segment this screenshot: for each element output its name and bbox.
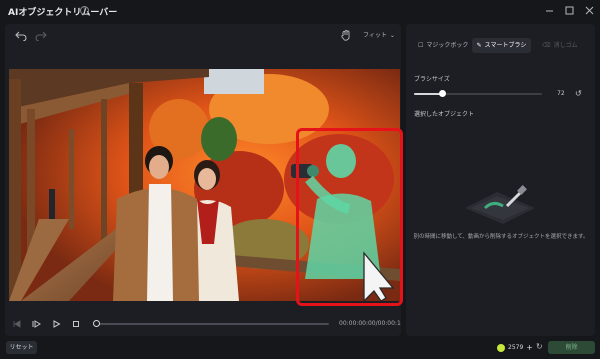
credits-count: 2579 bbox=[508, 344, 524, 351]
remove-button[interactable]: 削除 bbox=[548, 341, 595, 354]
brush-size-fill bbox=[414, 93, 443, 95]
help-icon[interactable]: ? bbox=[80, 6, 89, 15]
maximize-icon[interactable] bbox=[562, 4, 576, 18]
brush-icon: ✎ bbox=[476, 42, 482, 49]
tab-eraser-label: 消しゴム bbox=[553, 42, 578, 49]
close-icon[interactable] bbox=[582, 4, 596, 18]
title-bar: AIオブジェクトリムーバー ? bbox=[0, 0, 600, 22]
brush-size-label: ブラシサイズ bbox=[414, 76, 450, 83]
reset-brush-icon[interactable]: ↺ bbox=[575, 89, 582, 98]
tab-eraser[interactable]: ⌫ 消しゴム bbox=[531, 38, 589, 53]
timeline-track[interactable] bbox=[97, 323, 329, 325]
hand-icon[interactable] bbox=[340, 29, 352, 41]
playback-bar: 00:00:00:00/00:00:15:00 bbox=[5, 313, 401, 335]
tab-magic-box[interactable]: ☐ マジックボック bbox=[414, 38, 472, 53]
tab-magic-box-label: マジックボック bbox=[426, 42, 469, 49]
credits-badge[interactable]: 2579 + bbox=[497, 341, 533, 354]
eraser-icon: ⌫ bbox=[542, 42, 551, 49]
tab-smart-brush-label: スマートブラシ bbox=[484, 42, 527, 49]
tab-smart-brush[interactable]: ✎ スマートブラシ bbox=[472, 38, 531, 53]
empty-state-illustration bbox=[465, 185, 535, 224]
previous-frame-icon[interactable] bbox=[10, 318, 22, 330]
redo-icon[interactable] bbox=[35, 29, 47, 42]
minimize-icon[interactable] bbox=[542, 4, 556, 18]
coin-icon bbox=[497, 343, 505, 352]
empty-state-hint: 別の時間に移動して、動画から削除するオブジェクトを選択できます。 bbox=[413, 234, 589, 240]
chevron-down-icon: ⌄ bbox=[389, 32, 395, 39]
timecode: 00:00:00:00/00:00:15:00 bbox=[339, 320, 401, 327]
zoom-fit-select[interactable]: フィット ⌄ bbox=[363, 30, 395, 39]
refresh-icon[interactable]: ↻ bbox=[536, 342, 543, 351]
preview-toolbar: フィット ⌄ bbox=[5, 24, 401, 46]
timeline-playhead[interactable] bbox=[93, 320, 100, 327]
object-selection-box[interactable] bbox=[296, 128, 403, 306]
stop-icon[interactable] bbox=[70, 318, 82, 330]
checkbox-icon: ☐ bbox=[417, 42, 424, 49]
play-icon[interactable] bbox=[50, 318, 62, 330]
undo-icon[interactable] bbox=[15, 29, 27, 42]
app-title: AIオブジェクトリムーバー bbox=[8, 8, 118, 18]
mode-tabs: ☐ マジックボック ✎ スマートブラシ ⌫ 消しゴム bbox=[414, 38, 589, 53]
brush-size-value: 72 bbox=[557, 90, 565, 97]
brush-size-thumb[interactable] bbox=[438, 90, 446, 97]
add-credits-icon[interactable]: + bbox=[526, 343, 533, 352]
next-frame-icon[interactable] bbox=[30, 318, 42, 330]
remove-button-label: 削除 bbox=[565, 344, 578, 351]
reset-button[interactable]: リセット bbox=[6, 341, 37, 354]
bottom-bar: リセット 2579 + ↻ 削除 bbox=[0, 336, 600, 359]
brush-size-slider[interactable] bbox=[414, 93, 542, 95]
selected-objects-label: 選択したオブジェクト bbox=[414, 111, 475, 118]
zoom-fit-label: フィット bbox=[363, 32, 387, 39]
